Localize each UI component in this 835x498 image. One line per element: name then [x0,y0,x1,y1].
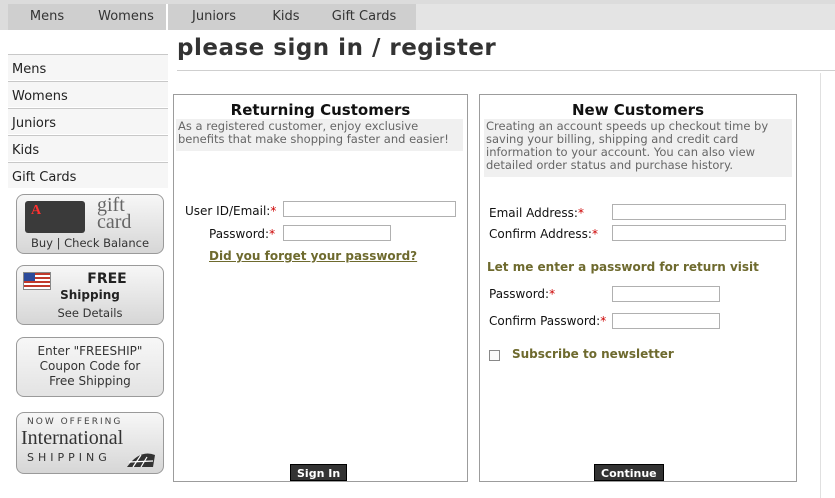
sidebar-item-womens[interactable]: Womens [8,81,168,107]
intl-line-2: International [21,427,124,449]
gift-card-caption[interactable]: Buy | Check Balance [17,236,163,250]
new-password-input[interactable] [612,286,720,302]
gift-card-logo: gift card [97,194,132,233]
coupon-line-2: Coupon Code for [39,359,141,373]
userid-label: User ID/Email:* [185,204,277,218]
gift-card-image: A [25,201,85,233]
see-details-link[interactable]: See Details [17,306,163,320]
confirm-password-label: Confirm Password:* [489,314,607,328]
email-input[interactable] [612,204,786,220]
required-mark: * [600,314,607,328]
required-mark: * [549,287,556,301]
sidebar-item-juniors[interactable]: Juniors [8,108,168,134]
tab-kids[interactable]: Kids [260,4,312,30]
tab-juniors[interactable]: Juniors [168,4,260,30]
userid-input[interactable] [283,201,456,217]
subscribe-label[interactable]: Subscribe to newsletter [512,347,674,361]
confirm-email-input[interactable] [612,225,786,241]
nav-filler [416,4,835,30]
content-border [820,73,821,498]
free-shipping-promo[interactable]: FREE Shipping See Details [16,265,164,325]
returning-heading: Returning Customers [230,101,411,119]
international-shipping-promo[interactable]: NOW OFFERING International SHIPPING [16,412,164,474]
gift-card-promo[interactable]: A gift card Buy | Check Balance [16,194,164,254]
returning-description: As a registered customer, enjoy exclusiv… [176,119,463,151]
intl-line-1: NOW OFFERING [27,417,123,427]
coupon-line-3: Free Shipping [49,374,131,388]
globe-icon [127,453,155,468]
subscribe-checkbox[interactable] [489,350,500,361]
returning-customers-panel: Returning Customers As a registered cust… [173,94,468,482]
sign-in-button[interactable]: Sign In [290,464,348,481]
required-mark: * [591,227,598,241]
password-input[interactable] [283,225,391,241]
title-divider [177,70,835,71]
confirm-email-label: Confirm Address:* [489,227,598,241]
sidebar-item-mens[interactable]: Mens [8,54,168,80]
email-label: Email Address:* [489,206,584,220]
sidebar-item-gift-cards[interactable]: Gift Cards [8,162,168,188]
tab-gift-cards[interactable]: Gift Cards [312,4,416,30]
tab-mens[interactable]: Mens [8,4,86,30]
top-nav: Mens Womens Juniors Kids Gift Cards [0,0,835,30]
new-customers-heading: New Customers [571,101,705,119]
coupon-promo: Enter "FREESHIP" Coupon Code for Free Sh… [16,337,164,397]
continue-button[interactable]: Continue [594,464,664,481]
new-customers-description: Creating an account speeds up checkout t… [484,119,792,177]
intl-line-3: SHIPPING [27,451,111,464]
gift-card-brand: A [31,203,42,218]
password-label: Password:* [209,227,276,241]
free-shipping-subtitle: Shipping [60,288,120,302]
forgot-password-link[interactable]: Did you forget your password? [209,249,417,263]
tab-womens[interactable]: Womens [86,4,166,30]
new-password-label: Password:* [489,287,556,301]
sidebar-item-kids[interactable]: Kids [8,135,168,161]
password-prompt: Let me enter a password for return visit [487,260,759,274]
coupon-line-1: Enter "FREESHIP" [37,344,143,358]
new-customers-panel: New Customers Creating an account speeds… [479,94,797,482]
required-mark: * [577,206,584,220]
sidebar: Mens Womens Juniors Kids Gift Cards A gi… [8,30,168,498]
free-shipping-title: FREE [87,271,127,287]
required-mark: * [269,227,276,241]
confirm-password-input[interactable] [612,313,720,329]
page-title: please sign in / register [177,35,497,61]
required-mark: * [270,204,277,218]
